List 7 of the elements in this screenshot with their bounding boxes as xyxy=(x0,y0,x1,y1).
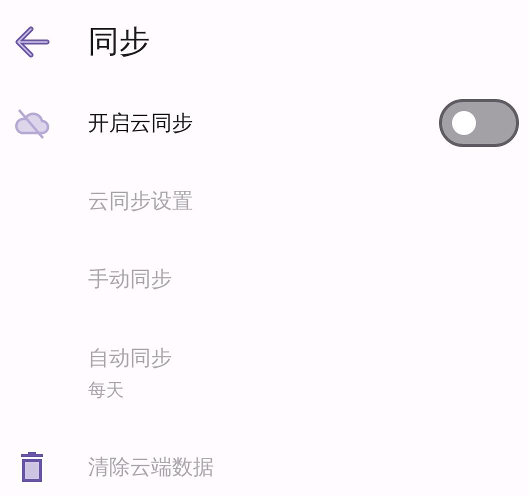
cloud-off-icon xyxy=(13,107,51,139)
page-title: 同步 xyxy=(88,23,150,62)
sync-switch[interactable] xyxy=(439,99,519,147)
setting-subtitle: 每天 xyxy=(88,379,125,402)
setting-label[interactable]: 开启云同步 xyxy=(88,109,439,137)
back-button[interactable] xyxy=(14,25,50,59)
trash-icon xyxy=(20,452,44,482)
